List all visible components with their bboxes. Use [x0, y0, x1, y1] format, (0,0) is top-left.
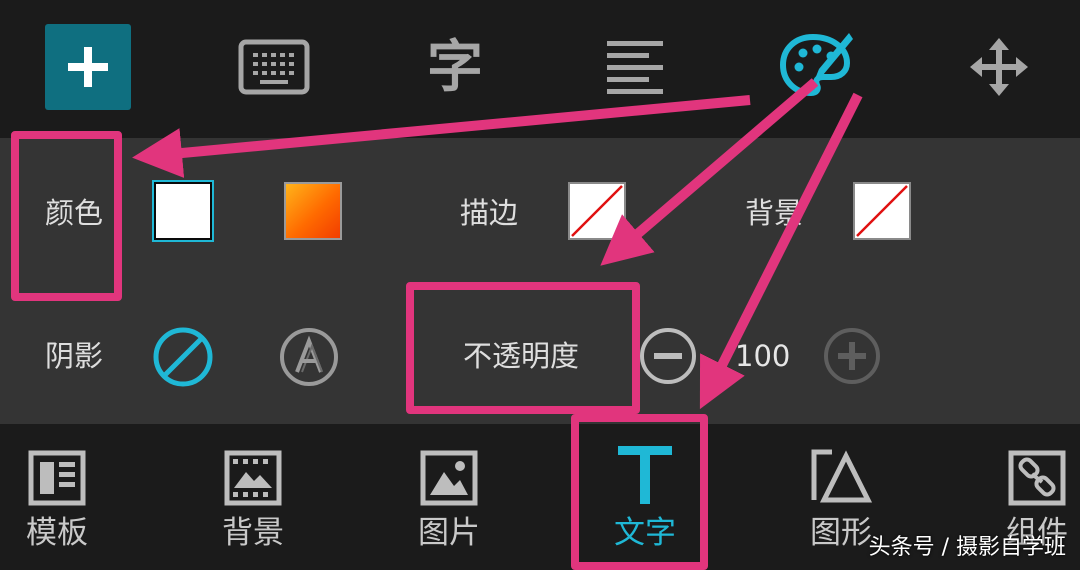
keyboard-icon: [238, 39, 310, 95]
template-icon: [28, 450, 86, 506]
picture-icon: [420, 450, 478, 506]
font-button[interactable]: 字: [412, 24, 498, 110]
minus-circle-icon: [640, 328, 696, 384]
plus-icon: [68, 47, 108, 87]
add-button[interactable]: [45, 24, 131, 110]
no-shadow-icon: [153, 327, 213, 387]
align-button[interactable]: [592, 24, 678, 110]
shadow-label: 阴影: [45, 339, 104, 373]
plus-circle-icon: [824, 328, 880, 384]
background-label: 背景: [745, 196, 804, 230]
link-component-icon: [1008, 450, 1066, 506]
shape-icon: [811, 449, 872, 503]
highlight-box-color: [11, 131, 122, 301]
nav-item-picture[interactable]: 图片: [392, 424, 506, 570]
nav-item-template[interactable]: 模板: [0, 424, 114, 570]
style-palette-button[interactable]: [772, 24, 858, 110]
nav-label-template: 模板: [26, 515, 88, 551]
text-color-swatch[interactable]: [152, 180, 214, 242]
background-image-icon: [224, 450, 282, 506]
move-arrows-icon: [970, 38, 1028, 96]
top-toolbar: 字: [0, 0, 1080, 138]
opacity-increase-button[interactable]: [822, 326, 882, 386]
text-shadow-button[interactable]: [278, 326, 340, 388]
shadow-a-icon: [280, 328, 338, 386]
highlight-box-opacity: [406, 282, 640, 414]
background-color-swatch[interactable]: [853, 182, 911, 240]
stroke-label: 描边: [460, 196, 519, 230]
align-left-icon: [607, 41, 663, 94]
nav-label-picture: 图片: [418, 515, 480, 551]
palette-icon: [779, 33, 853, 97]
no-shadow-button[interactable]: [152, 326, 214, 388]
nav-item-background[interactable]: 背景: [196, 424, 310, 570]
highlight-box-text-tab: [571, 414, 708, 570]
keyboard-button[interactable]: [231, 24, 317, 110]
opacity-decrease-button[interactable]: [638, 326, 698, 386]
stroke-color-swatch[interactable]: [568, 182, 626, 240]
font-glyph-icon: 字: [427, 34, 483, 100]
watermark: 头条号 / 摄影自学班: [868, 535, 1066, 560]
no-color-slash-icon: [856, 185, 908, 237]
move-button[interactable]: [956, 24, 1042, 110]
nav-label-shape: 图形: [810, 515, 872, 551]
no-color-slash-icon: [571, 185, 623, 237]
gradient-color-swatch[interactable]: [284, 182, 342, 240]
opacity-value: 100: [735, 339, 791, 373]
nav-label-background: 背景: [222, 515, 284, 551]
